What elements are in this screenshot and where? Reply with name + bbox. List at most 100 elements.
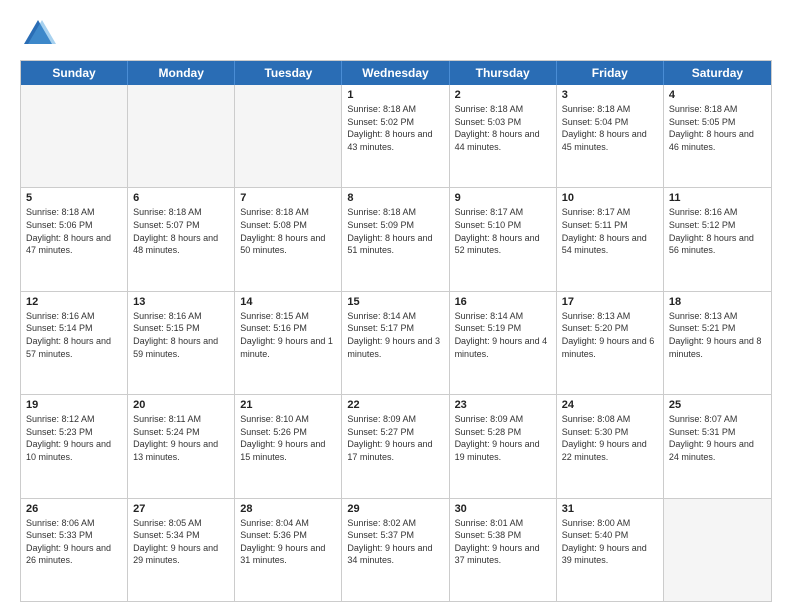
- calendar-header: SundayMondayTuesdayWednesdayThursdayFrid…: [21, 61, 771, 85]
- day-info: Sunrise: 8:18 AMSunset: 5:09 PMDaylight:…: [347, 206, 443, 256]
- day-number: 16: [455, 296, 551, 308]
- calendar-cell: [235, 85, 342, 187]
- calendar-cell: 15 Sunrise: 8:14 AMSunset: 5:17 PMDayligh…: [342, 292, 449, 394]
- calendar-cell: 29Sunrise: 8:02 AMSunset: 5:37 PMDayligh…: [342, 499, 449, 601]
- day-number: 26: [26, 503, 122, 515]
- day-info: Sunrise: 8:16 AMSunset: 5:14 PMDaylight:…: [26, 310, 122, 360]
- day-info: Sunrise: 8:18 AMSunset: 5:06 PMDaylight:…: [26, 206, 122, 256]
- weekday-header: Wednesday: [342, 61, 449, 85]
- calendar-cell: 17 Sunrise: 8:13 AMSunset: 5:20 PMDayligh…: [557, 292, 664, 394]
- day-info: Sunrise: 8:14 AMSunset: 5:19 PMDaylight:…: [455, 310, 551, 360]
- calendar-row: 26 Sunrise: 8:06 AMSunset: 5:33 PMDayligh…: [21, 498, 771, 601]
- day-number: 19: [26, 399, 122, 411]
- calendar-cell: 22 Sunrise: 8:09 AMSunset: 5:27 PMDayligh…: [342, 395, 449, 497]
- day-number: 14: [240, 296, 336, 308]
- day-info: Sunrise: 8:17 AMSunset: 5:10 PMDaylight:…: [455, 206, 551, 256]
- weekday-header: Monday: [128, 61, 235, 85]
- day-info: Sunrise: 8:16 AMSunset: 5:15 PMDaylight:…: [133, 310, 229, 360]
- calendar-cell: 7 Sunrise: 8:18 AMSunset: 5:08 PMDaylight…: [235, 188, 342, 290]
- day-number: 12: [26, 296, 122, 308]
- day-info: Sunrise: 8:02 AMSunset: 5:37 PMDaylight:…: [347, 517, 443, 567]
- day-number: 25: [669, 399, 766, 411]
- day-info: Sunrise: 8:10 AMSunset: 5:26 PMDaylight:…: [240, 413, 336, 463]
- day-number: 7: [240, 192, 336, 204]
- calendar-cell: 20Sunrise: 8:11 AMSunset: 5:24 PMDayligh…: [128, 395, 235, 497]
- day-number: 28: [240, 503, 336, 515]
- day-number: 20: [133, 399, 229, 411]
- calendar-cell: 18 Sunrise: 8:13 AMSunset: 5:21 PMDayligh…: [664, 292, 771, 394]
- day-number: 9: [455, 192, 551, 204]
- calendar-cell: [664, 499, 771, 601]
- day-number: 5: [26, 192, 122, 204]
- day-number: 21: [240, 399, 336, 411]
- calendar-cell: 13 Sunrise: 8:16 AMSunset: 5:15 PMDayligh…: [128, 292, 235, 394]
- day-info: Sunrise: 8:18 AMSunset: 5:03 PMDaylight:…: [455, 103, 551, 153]
- day-info: Sunrise: 8:18 AMSunset: 5:02 PMDaylight:…: [347, 103, 443, 153]
- calendar-cell: 25Sunrise: 8:07 AMSunset: 5:31 PMDayligh…: [664, 395, 771, 497]
- calendar-cell: 1 Sunrise: 8:18 AMSunset: 5:02 PMDaylight…: [342, 85, 449, 187]
- day-number: 18: [669, 296, 766, 308]
- calendar-cell: 31Sunrise: 8:00 AMSunset: 5:40 PMDayligh…: [557, 499, 664, 601]
- day-info: Sunrise: 8:14 AMSunset: 5:17 PMDaylight:…: [347, 310, 443, 360]
- day-info: Sunrise: 8:04 AMSunset: 5:36 PMDaylight:…: [240, 517, 336, 567]
- calendar-cell: 10Sunrise: 8:17 AMSunset: 5:11 PMDayligh…: [557, 188, 664, 290]
- calendar-cell: 2 Sunrise: 8:18 AMSunset: 5:03 PMDaylight…: [450, 85, 557, 187]
- day-info: Sunrise: 8:01 AMSunset: 5:38 PMDaylight:…: [455, 517, 551, 567]
- calendar-cell: 19Sunrise: 8:12 AMSunset: 5:23 PMDayligh…: [21, 395, 128, 497]
- weekday-header: Saturday: [664, 61, 771, 85]
- day-number: 17: [562, 296, 658, 308]
- weekday-header: Thursday: [450, 61, 557, 85]
- day-number: 23: [455, 399, 551, 411]
- day-number: 15: [347, 296, 443, 308]
- day-number: 2: [455, 89, 551, 101]
- day-info: Sunrise: 8:18 AMSunset: 5:08 PMDaylight:…: [240, 206, 336, 256]
- day-number: 3: [562, 89, 658, 101]
- header: [20, 16, 772, 52]
- day-number: 13: [133, 296, 229, 308]
- day-info: Sunrise: 8:18 AMSunset: 5:05 PMDaylight:…: [669, 103, 766, 153]
- calendar-cell: 8 Sunrise: 8:18 AMSunset: 5:09 PMDaylight…: [342, 188, 449, 290]
- calendar-body: 1 Sunrise: 8:18 AMSunset: 5:02 PMDaylight…: [21, 85, 771, 601]
- day-number: 24: [562, 399, 658, 411]
- day-info: Sunrise: 8:06 AMSunset: 5:33 PMDaylight:…: [26, 517, 122, 567]
- logo-icon: [20, 16, 56, 52]
- calendar-row: 19Sunrise: 8:12 AMSunset: 5:23 PMDayligh…: [21, 394, 771, 497]
- day-info: Sunrise: 8:08 AMSunset: 5:30 PMDaylight:…: [562, 413, 658, 463]
- calendar-cell: 11Sunrise: 8:16 AMSunset: 5:12 PMDayligh…: [664, 188, 771, 290]
- day-number: 22: [347, 399, 443, 411]
- calendar-cell: 5 Sunrise: 8:18 AMSunset: 5:06 PMDaylight…: [21, 188, 128, 290]
- calendar-cell: [21, 85, 128, 187]
- calendar-cell: 3Sunrise: 8:18 AMSunset: 5:04 PMDaylight…: [557, 85, 664, 187]
- weekday-header: Tuesday: [235, 61, 342, 85]
- calendar-cell: 23Sunrise: 8:09 AMSunset: 5:28 PMDayligh…: [450, 395, 557, 497]
- day-number: 4: [669, 89, 766, 101]
- calendar-cell: 14 Sunrise: 8:15 AMSunset: 5:16 PMDayligh…: [235, 292, 342, 394]
- calendar-row: 5 Sunrise: 8:18 AMSunset: 5:06 PMDaylight…: [21, 187, 771, 290]
- calendar-cell: 16 Sunrise: 8:14 AMSunset: 5:19 PMDayligh…: [450, 292, 557, 394]
- day-number: 30: [455, 503, 551, 515]
- calendar-cell: 9 Sunrise: 8:17 AMSunset: 5:10 PMDaylight…: [450, 188, 557, 290]
- calendar-cell: 28 Sunrise: 8:04 AMSunset: 5:36 PMDayligh…: [235, 499, 342, 601]
- day-info: Sunrise: 8:09 AMSunset: 5:27 PMDaylight:…: [347, 413, 443, 463]
- calendar-cell: 30 Sunrise: 8:01 AMSunset: 5:38 PMDayligh…: [450, 499, 557, 601]
- day-info: Sunrise: 8:17 AMSunset: 5:11 PMDaylight:…: [562, 206, 658, 256]
- day-info: Sunrise: 8:05 AMSunset: 5:34 PMDaylight:…: [133, 517, 229, 567]
- calendar-cell: 21 Sunrise: 8:10 AMSunset: 5:26 PMDayligh…: [235, 395, 342, 497]
- day-info: Sunrise: 8:18 AMSunset: 5:07 PMDaylight:…: [133, 206, 229, 256]
- logo: [20, 16, 60, 52]
- weekday-header: Sunday: [21, 61, 128, 85]
- day-number: 6: [133, 192, 229, 204]
- calendar-cell: 26 Sunrise: 8:06 AMSunset: 5:33 PMDayligh…: [21, 499, 128, 601]
- day-number: 1: [347, 89, 443, 101]
- day-number: 31: [562, 503, 658, 515]
- day-number: 8: [347, 192, 443, 204]
- calendar-cell: 12 Sunrise: 8:16 AMSunset: 5:14 PMDayligh…: [21, 292, 128, 394]
- day-number: 11: [669, 192, 766, 204]
- page: SundayMondayTuesdayWednesdayThursdayFrid…: [0, 0, 792, 612]
- calendar-row: 1 Sunrise: 8:18 AMSunset: 5:02 PMDaylight…: [21, 85, 771, 187]
- day-number: 27: [133, 503, 229, 515]
- calendar-row: 12 Sunrise: 8:16 AMSunset: 5:14 PMDayligh…: [21, 291, 771, 394]
- day-info: Sunrise: 8:13 AMSunset: 5:20 PMDaylight:…: [562, 310, 658, 360]
- day-info: Sunrise: 8:13 AMSunset: 5:21 PMDaylight:…: [669, 310, 766, 360]
- day-info: Sunrise: 8:15 AMSunset: 5:16 PMDaylight:…: [240, 310, 336, 360]
